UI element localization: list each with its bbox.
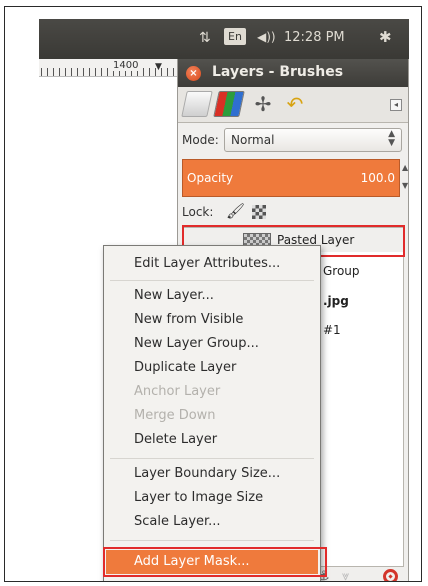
- dock-titlebar[interactable]: × Layers - Brushes: [178, 59, 408, 87]
- layer-partial-label: Group: [323, 264, 360, 278]
- layer-partial-label: .jpg: [323, 294, 349, 308]
- menu-item-layer-boundary-size[interactable]: Layer Boundary Size...: [134, 466, 280, 481]
- gear-icon[interactable]: ✱: [379, 28, 392, 46]
- top-panel: ⇅ En ◀)) 12:28 PM ✱: [39, 19, 409, 59]
- opacity-slider[interactable]: Opacity 100.0: [182, 159, 400, 197]
- menu-item-delete-layer[interactable]: Delete Layer: [134, 432, 217, 447]
- layers-tab-icon[interactable]: [181, 91, 213, 117]
- volume-icon[interactable]: ◀)): [257, 30, 276, 44]
- menu-separator: [110, 458, 314, 459]
- menu-item-anchor-layer: Anchor Layer: [134, 384, 221, 399]
- screenshot-frame: ⇅ En ◀)) 12:28 PM ✱ 1400 ▼ × Layers - Br…: [4, 6, 422, 582]
- menu-item-new-layer[interactable]: New Layer...: [134, 288, 214, 303]
- lock-row: Lock: 🖌: [178, 199, 408, 225]
- lock-label: Lock:: [182, 205, 214, 219]
- close-icon[interactable]: ×: [186, 66, 201, 81]
- network-sort-icon[interactable]: ⇅: [199, 30, 211, 46]
- opacity-spin-icon[interactable]: ▲ ▼: [402, 159, 410, 197]
- channels-tab-icon[interactable]: [213, 91, 245, 117]
- add-layer-mask-highlight-box: [103, 547, 327, 577]
- horizontal-ruler: 1400 ▼: [39, 59, 179, 77]
- ruler-arrow-icon: ▼: [155, 62, 162, 72]
- dock-title: Layers - Brushes: [212, 64, 344, 80]
- keyboard-language-indicator[interactable]: En: [224, 28, 246, 45]
- menu-item-scale-layer[interactable]: Scale Layer...: [134, 514, 221, 529]
- merge-icon[interactable]: ⩔: [342, 569, 349, 581]
- mode-select[interactable]: Normal ▲ ▼: [224, 128, 402, 152]
- menu-item-new-layer-group[interactable]: New Layer Group...: [134, 336, 259, 351]
- mode-row: Mode: Normal ▲ ▼: [178, 125, 408, 155]
- mode-value: Normal: [231, 133, 275, 147]
- ruler-mark: 1400: [113, 60, 139, 71]
- tab-menu-icon[interactable]: ◂: [390, 99, 402, 111]
- menu-item-merge-down: Merge Down: [134, 408, 216, 423]
- layer-partial-label: #1: [323, 323, 341, 337]
- delete-layer-icon[interactable]: [383, 569, 398, 581]
- paths-tab-icon[interactable]: ✢: [250, 91, 276, 117]
- lock-pixels-brush-icon[interactable]: 🖌: [226, 202, 245, 220]
- menu-separator: [110, 280, 314, 281]
- opacity-value: 100.0: [360, 171, 395, 185]
- menu-item-new-from-visible[interactable]: New from Visible: [134, 312, 243, 327]
- lock-alpha-checker-icon[interactable]: [252, 205, 266, 219]
- menu-item-duplicate-layer[interactable]: Duplicate Layer: [134, 360, 236, 375]
- menu-item-edit-layer-attributes[interactable]: Edit Layer Attributes...: [134, 256, 280, 271]
- opacity-label: Opacity: [187, 171, 234, 185]
- mode-spin-icon: ▲ ▼: [388, 129, 395, 148]
- clock[interactable]: 12:28 PM: [284, 30, 345, 45]
- dock-tabs: ✢ ↶ ◂: [178, 87, 408, 123]
- mode-label: Mode:: [182, 133, 219, 147]
- layer-context-menu: Edit Layer Attributes... New Layer... Ne…: [103, 245, 321, 581]
- menu-separator: [110, 540, 314, 541]
- menu-item-layer-to-image-size[interactable]: Layer to Image Size: [134, 490, 263, 505]
- undo-history-tab-icon[interactable]: ↶: [282, 91, 308, 117]
